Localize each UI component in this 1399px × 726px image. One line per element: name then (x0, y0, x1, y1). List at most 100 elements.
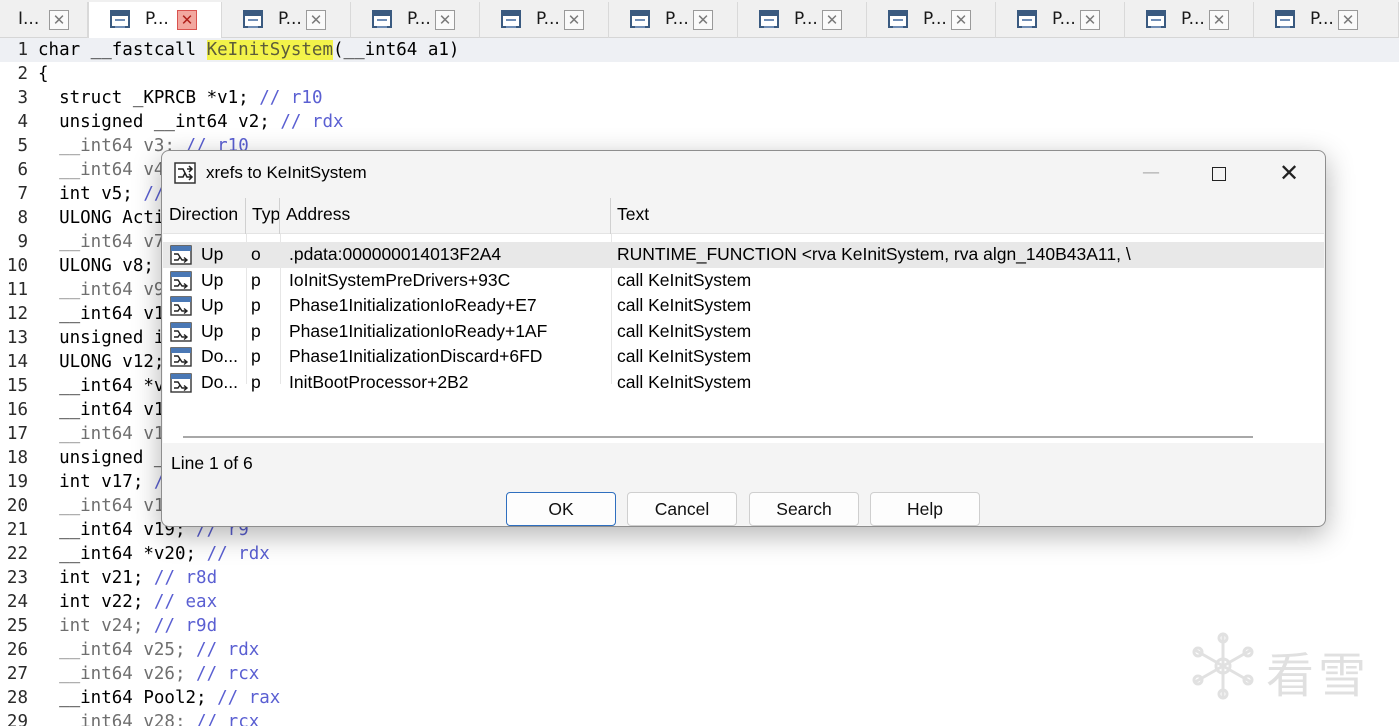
xref-icon (174, 162, 196, 184)
tab-7[interactable]: P... ✕ (738, 2, 867, 38)
tab-close-icon[interactable]: ✕ (693, 10, 713, 30)
tab-5[interactable]: P... ✕ (480, 2, 609, 38)
tab-close-icon[interactable]: ✕ (1209, 10, 1229, 30)
dialog-titlebar[interactable]: xrefs to KeInitSystem — ✕ (162, 151, 1325, 195)
code-line[interactable]: 22 __int64 *v20; // rdx (0, 542, 1399, 566)
cell-type: p (251, 320, 261, 341)
cancel-button[interactable]: Cancel (627, 492, 737, 526)
tab-label: P... (1052, 9, 1076, 29)
xref-list[interactable]: Direction Type Address Text Up o .pdata:00… (163, 198, 1324, 443)
pseudocode-tab-icon (501, 10, 521, 28)
pseudocode-tab-icon (759, 10, 779, 28)
xref-icon (170, 321, 192, 347)
column-header-text[interactable]: Text (611, 198, 1311, 234)
tab-close-icon[interactable]: ✕ (1338, 10, 1358, 30)
tab-close-icon[interactable]: ✕ (177, 10, 197, 30)
code-line[interactable]: 29 __int64 v28; // rcx (0, 710, 1399, 726)
tab-close-icon[interactable]: ✕ (306, 10, 326, 30)
cell-text: call KeInitSystem (617, 346, 752, 366)
horizontal-scrollbar[interactable] (183, 436, 1253, 438)
pseudocode-tab-icon (372, 10, 392, 28)
tab-8[interactable]: P... ✕ (867, 2, 996, 38)
code-comment: // r10 (259, 88, 323, 108)
code-line[interactable]: 23 int v21; // r8d (0, 566, 1399, 590)
code-text: __int64 *v20; // rdx (38, 542, 270, 566)
tab-label: P... (923, 9, 947, 29)
code-token: __int64 v28; (38, 712, 197, 726)
xref-row[interactable]: Up o .pdata:000000014013F2A4 RUNTIME_FUNCTI… (163, 242, 1324, 268)
line-number: 23 (6, 568, 28, 588)
xref-row[interactable]: Do... p Phase1InitializationDiscard+6FD cal… (163, 344, 1324, 370)
code-line[interactable]: 24 int v22; // eax (0, 590, 1399, 614)
line-number: 17 (6, 424, 28, 444)
code-line[interactable]: 1 char __fastcall KeInitSystem(__int64 a1… (0, 38, 1399, 62)
code-token: __int64 v1 (38, 496, 165, 516)
search-button[interactable]: Search (749, 492, 859, 526)
xref-icon (170, 347, 192, 372)
maximize-button[interactable] (1184, 151, 1254, 195)
cell-type: p (251, 295, 261, 315)
code-comment: // rdx (206, 544, 270, 564)
tab-bar: I... ✕ P... ✕ P... ✕ P... ✕ P... ✕ P... ✕ P... ✕ P... ✕… (0, 0, 1399, 39)
code-text: ULONG Acti (38, 206, 164, 230)
tab-close-icon[interactable]: ✕ (822, 10, 842, 30)
tab-1[interactable]: I... ✕ (0, 2, 88, 38)
help-button[interactable]: Help (870, 492, 980, 526)
ok-button[interactable]: OK (506, 492, 616, 526)
tab-6[interactable]: P... ✕ (609, 2, 738, 38)
cell-direction: Up (201, 244, 224, 264)
code-text: __int64 v9 (38, 278, 164, 302)
tab-close-icon[interactable]: ✕ (951, 10, 971, 30)
line-number: 19 (6, 472, 28, 492)
xref-row[interactable]: Up p Phase1InitializationIoReady+1AF call K… (163, 319, 1324, 345)
code-line[interactable]: 2{ (0, 62, 1399, 86)
code-token: __int64 v9 (38, 280, 165, 300)
line-number: 18 (6, 448, 28, 468)
code-token: __int64 v26; (38, 664, 197, 684)
code-comment: // r9d (153, 616, 218, 636)
line-number: 29 (6, 712, 28, 726)
minimize-button[interactable]: — (1116, 151, 1186, 195)
code-token: __int64 v4 (38, 160, 165, 180)
xref-row[interactable]: Up p IoInitSystemPreDrivers+93C call KeInit… (163, 268, 1324, 294)
code-text: __int64 v4 (38, 158, 164, 182)
code-text: __int64 v1 (38, 398, 164, 422)
code-token: int v5; (38, 184, 144, 204)
tab-close-icon[interactable]: ✕ (1080, 10, 1100, 30)
pseudocode-tab-icon (888, 10, 908, 28)
tab-2[interactable]: P... ✕ (88, 2, 222, 39)
code-comment: // rdx (196, 640, 260, 660)
tab-close-icon[interactable]: ✕ (435, 10, 455, 30)
code-text: __int64 v28; // rcx (38, 710, 259, 726)
tab-10[interactable]: P... ✕ (1125, 2, 1254, 38)
column-header-type[interactable]: Type (246, 198, 280, 234)
list-header: Direction Type Address Text (163, 198, 1324, 234)
code-token: unsigned __int64 v2; (38, 112, 281, 132)
code-text: __int64 v26; // rcx (38, 662, 259, 686)
tab-label: P... (145, 9, 169, 29)
column-header-address[interactable]: Address (280, 198, 611, 234)
cell-address: Phase1InitializationIoReady+1AF (289, 320, 548, 341)
tab-9[interactable]: P... ✕ (996, 2, 1125, 38)
tab-11[interactable]: P... ✕ (1254, 2, 1399, 38)
line-number: 8 (17, 208, 28, 228)
tab-close-icon[interactable]: ✕ (564, 10, 584, 30)
close-button[interactable]: ✕ (1254, 151, 1324, 195)
tab-close-icon[interactable]: ✕ (49, 10, 69, 30)
code-line[interactable]: 4 unsigned __int64 v2; // rdx (0, 110, 1399, 134)
tab-4[interactable]: P... ✕ (351, 2, 480, 38)
xref-row[interactable]: Do... p InitBootProcessor+2B2 call KeInitSy… (163, 370, 1324, 396)
code-text: __int64 Pool2; // rax (38, 686, 280, 710)
highlighted-identifier[interactable]: KeInitSystem (206, 40, 334, 60)
xref-row[interactable]: Up p Phase1InitializationIoReady+E7 call Ke… (163, 293, 1324, 319)
cell-direction: Do... (201, 371, 238, 392)
code-line[interactable]: 3 struct _KPRCB *v1; // r10 (0, 86, 1399, 110)
xref-icon (170, 372, 192, 398)
code-text: __int64 v1 (38, 422, 164, 446)
line-number: 16 (6, 400, 28, 420)
tab-3[interactable]: P... ✕ (222, 2, 351, 38)
line-number: 6 (17, 160, 28, 180)
tab-label: P... (278, 9, 302, 29)
column-header-direction[interactable]: Direction (163, 198, 246, 234)
code-comment: // r8d (153, 568, 218, 588)
